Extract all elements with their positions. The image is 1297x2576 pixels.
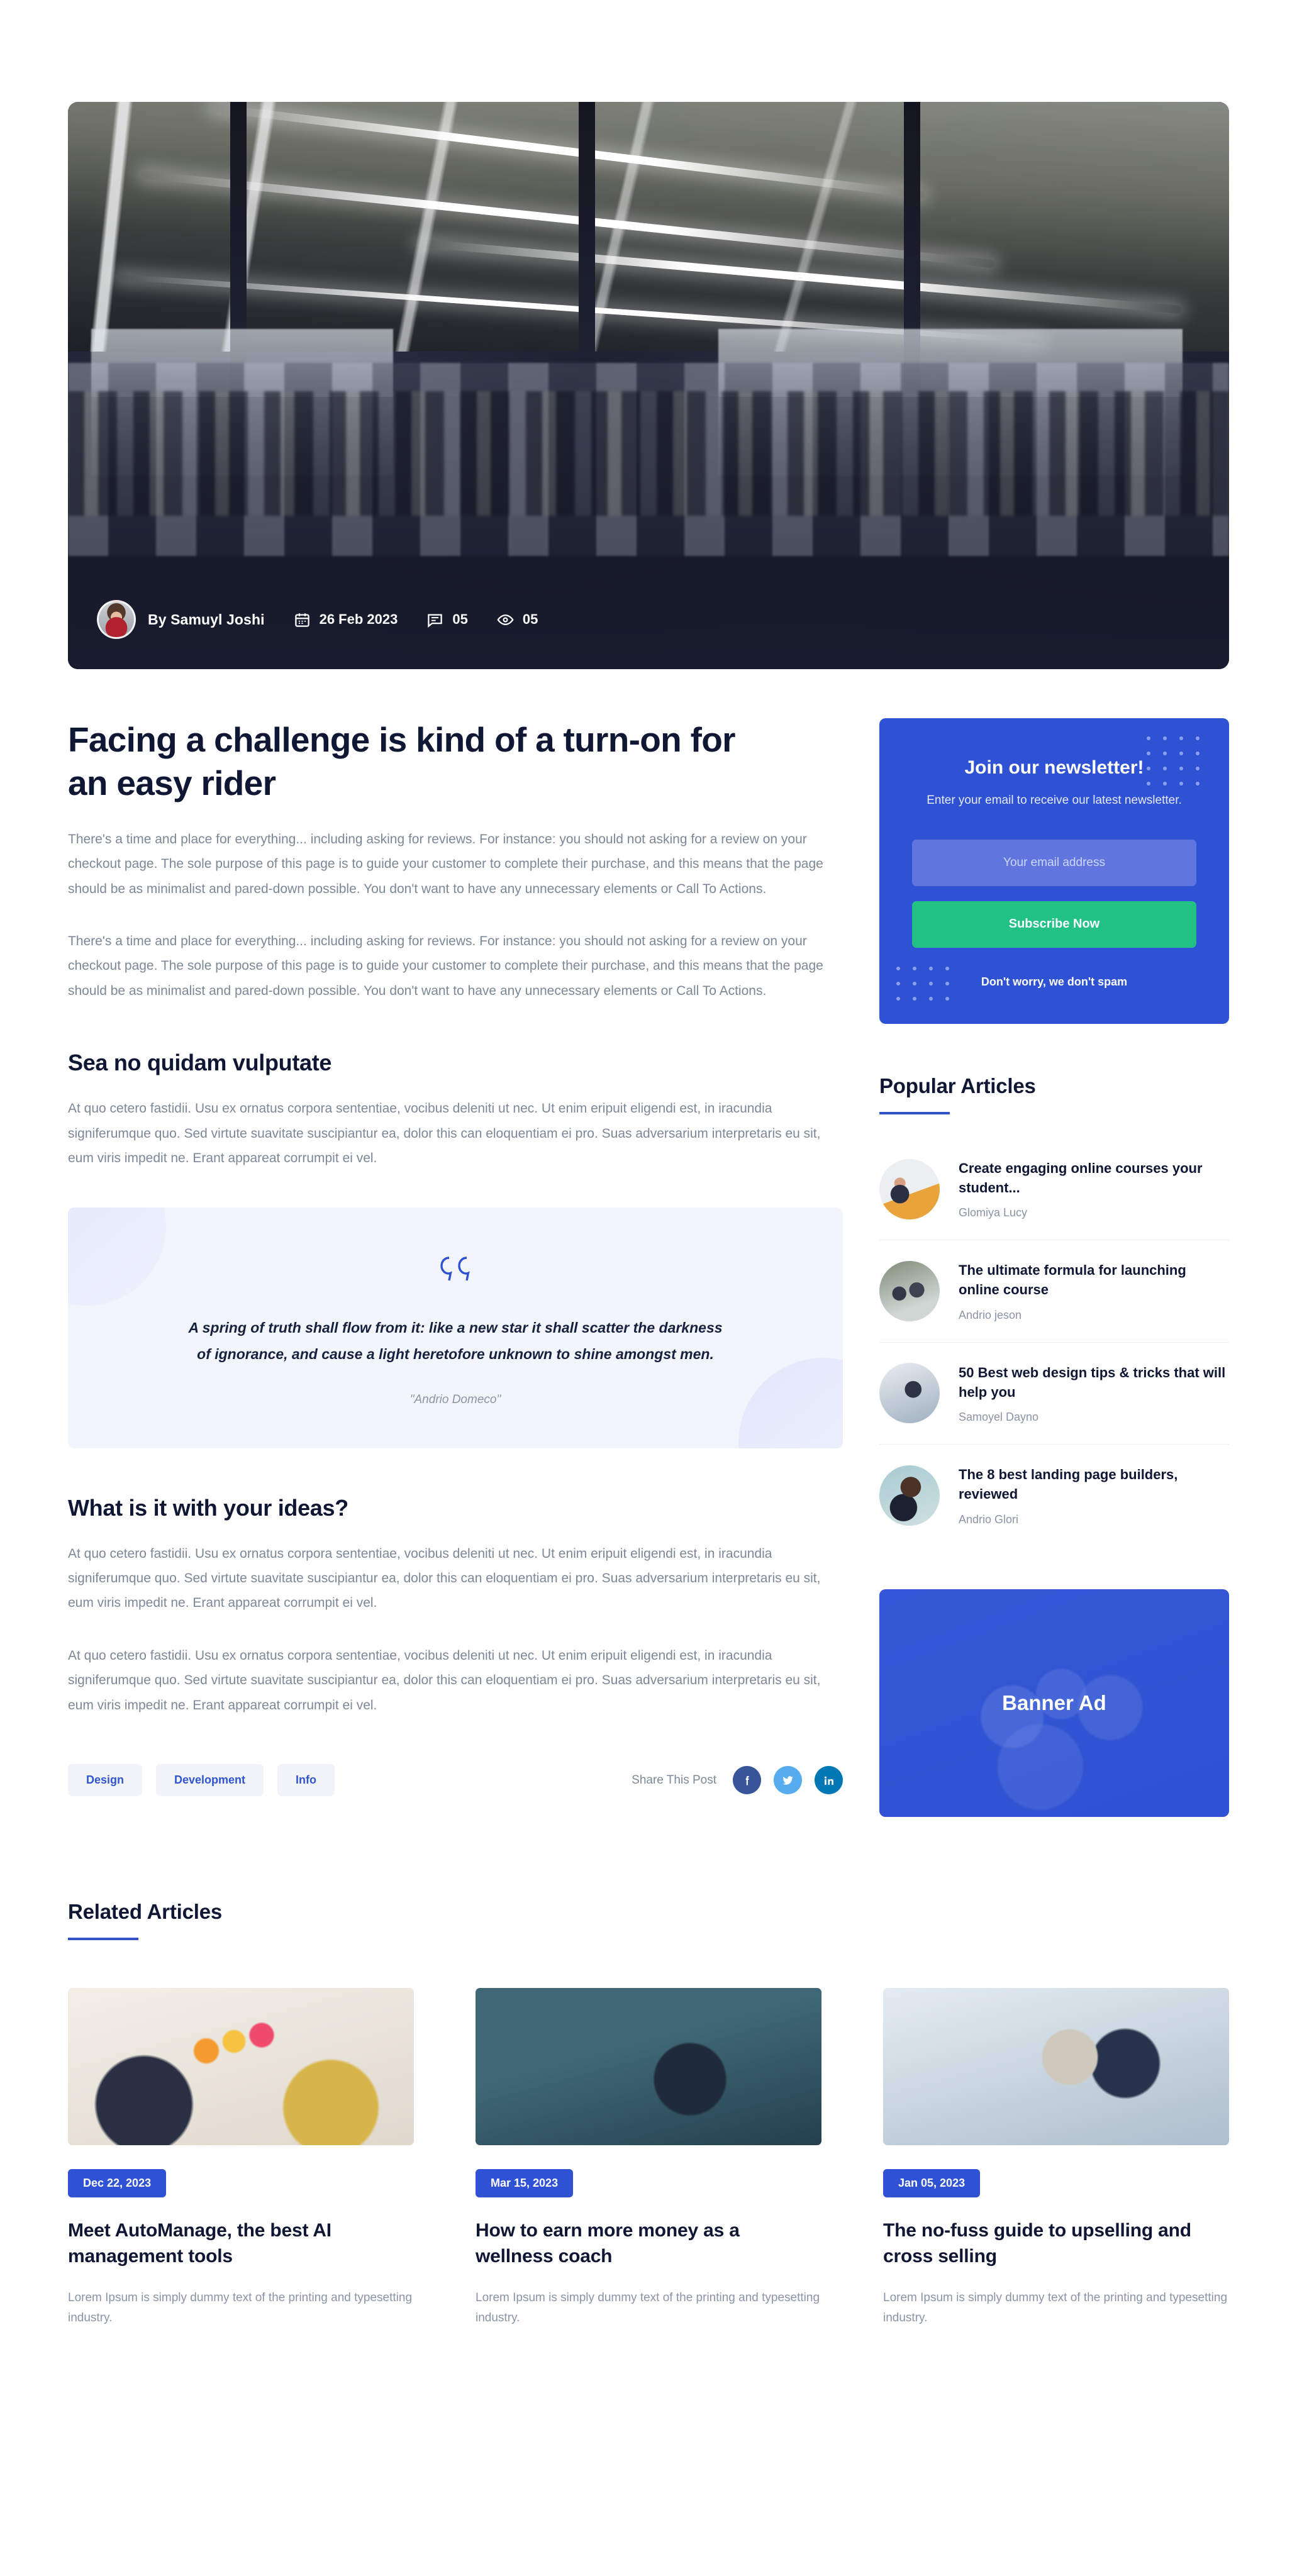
facebook-icon[interactable] <box>733 1766 761 1795</box>
article-column: Facing a challenge is kind of a turn-on … <box>68 718 843 1797</box>
related-articles-grid: Dec 22, 2023 Meet AutoManage, the best A… <box>68 1987 1229 2329</box>
decorative-circle <box>68 1207 166 1306</box>
article-thumbnail <box>879 1260 940 1321</box>
status-badge: Mar 15, 2023 <box>476 2168 574 2197</box>
comment-icon <box>428 614 443 628</box>
list-item[interactable]: 50 Best web design tips & tricks that wi… <box>879 1343 1229 1445</box>
subscribe-button[interactable]: Subscribe Now <box>912 901 1196 948</box>
sidebar: Join our newsletter! Enter your email to… <box>879 718 1229 1817</box>
quote-text: A spring of truth shall flow from it: li… <box>188 1319 723 1362</box>
quote-author: "Andrio Domeco" <box>409 1392 501 1406</box>
article-paragraph-2: At quo cetero fastidii. Usu ex ornatus c… <box>68 1546 821 1611</box>
author-label: Samuyl Joshi <box>170 611 265 628</box>
heading-underline <box>879 1111 950 1114</box>
tag-list: Design Development Info <box>68 1764 335 1797</box>
twitter-glyph <box>782 1776 793 1785</box>
related-card[interactable]: Dec 22, 2023 Meet AutoManage, the best A… <box>68 1987 414 2329</box>
tag-development[interactable]: Development <box>156 1764 264 1797</box>
related-articles-section: Related Articles Dec 22, 2023 Meet AutoM… <box>68 1900 1229 2329</box>
post-date: 26 Feb 2023 <box>294 611 398 628</box>
article-thumbnail <box>879 1158 940 1219</box>
comment-count: 05 <box>426 611 468 628</box>
related-card-image <box>476 1987 821 2145</box>
list-item-title: Create engaging online courses your stud… <box>959 1160 1203 1196</box>
view-count: 05 <box>497 611 538 628</box>
list-item-title: 50 Best web design tips & tricks that wi… <box>959 1364 1226 1400</box>
blockquote-card: A spring of truth shall flow from it: li… <box>68 1207 843 1448</box>
banner-ad[interactable]: Banner Ad <box>879 1589 1229 1817</box>
article-paragraph-1: At quo cetero fastidii. Usu ex ornatus c… <box>68 1101 821 1166</box>
list-item-author: Samoyel Dayno <box>959 1411 1039 1424</box>
related-card-title: How to earn more money as a wellness coa… <box>476 2219 740 2267</box>
list-item-author: Glomiya Lucy <box>959 1206 1028 1219</box>
share-group: Share This Post <box>632 1766 843 1795</box>
calendar-icon <box>294 613 309 627</box>
list-item[interactable]: Create engaging online courses your stud… <box>879 1138 1229 1241</box>
blog-post-page: By Samuyl Joshi 26 Feb 2023 05 05 Facing… <box>0 102 1297 2410</box>
section-heading-2: What is it with your ideas? <box>68 1494 348 1521</box>
related-card[interactable]: Jan 05, 2023 The no-fuss guide to upsell… <box>883 1987 1229 2329</box>
section-heading-1: Sea no quidam vulputate <box>68 1050 332 1076</box>
newsletter-widget: Join our newsletter! Enter your email to… <box>879 718 1229 1024</box>
content-layout: Facing a challenge is kind of a turn-on … <box>68 718 1229 1817</box>
author-name: By Samuyl Joshi <box>148 611 265 628</box>
related-card-image <box>68 1987 414 2145</box>
related-articles-heading: Related Articles <box>68 1899 223 1923</box>
related-card[interactable]: Mar 15, 2023 How to earn more money as a… <box>476 1987 821 2329</box>
related-card-description: Lorem Ipsum is simply dummy text of the … <box>883 2291 1228 2325</box>
heading-underline <box>68 1937 138 1940</box>
post-meta-bar: By Samuyl Joshi 26 Feb 2023 05 05 <box>97 600 538 639</box>
eye-icon <box>497 614 514 625</box>
list-item[interactable]: The 8 best landing page builders, review… <box>879 1445 1229 1546</box>
popular-articles-list: Create engaging online courses your stud… <box>879 1138 1229 1546</box>
decorative-circle <box>738 1357 843 1448</box>
related-card-image <box>883 1987 1229 2145</box>
view-count-label: 05 <box>522 611 538 627</box>
dot-pattern-icon <box>896 966 949 1001</box>
list-item-title: The 8 best landing page builders, review… <box>959 1467 1178 1502</box>
dot-pattern-icon <box>1147 736 1200 786</box>
list-item-title: The ultimate formula for launching onlin… <box>959 1262 1186 1298</box>
article-paragraph-3: At quo cetero fastidii. Usu ex ornatus c… <box>68 1648 821 1713</box>
page-bottom-spacer <box>68 2328 1229 2410</box>
linkedin-icon[interactable] <box>815 1766 843 1795</box>
status-badge: Dec 22, 2023 <box>68 2168 167 2197</box>
related-card-description: Lorem Ipsum is simply dummy text of the … <box>68 2291 413 2325</box>
tag-info[interactable]: Info <box>277 1764 335 1797</box>
list-item[interactable]: The ultimate formula for launching onlin… <box>879 1240 1229 1343</box>
quote-icon <box>440 1257 470 1281</box>
email-field[interactable] <box>912 839 1196 886</box>
comment-count-label: 05 <box>452 611 468 627</box>
share-label: Share This Post <box>632 1773 716 1787</box>
article-lead-1: There's a time and place for everything.… <box>68 831 823 896</box>
article-thumbnail <box>879 1363 940 1424</box>
status-badge: Jan 05, 2023 <box>883 2168 981 2197</box>
avatar <box>97 600 136 639</box>
newsletter-subtitle: Enter your email to receive our latest n… <box>927 794 1182 807</box>
tag-design[interactable]: Design <box>68 1764 143 1797</box>
page-title: Facing a challenge is kind of a turn-on … <box>68 720 736 803</box>
post-date-label: 26 Feb 2023 <box>319 611 398 627</box>
article-thumbnail <box>879 1465 940 1526</box>
popular-articles-heading: Popular Articles <box>879 1074 1036 1097</box>
list-item-author: Andrio Glori <box>959 1513 1019 1526</box>
related-card-title: Meet AutoManage, the best AI management … <box>68 2219 331 2267</box>
list-item-author: Andrio jeson <box>959 1308 1022 1321</box>
facebook-glyph <box>745 1775 749 1785</box>
seated-people <box>68 391 1229 516</box>
related-card-title: The no-fuss guide to upselling and cross… <box>883 2219 1191 2267</box>
twitter-icon[interactable] <box>774 1766 802 1795</box>
quote-mark <box>181 1254 730 1287</box>
hero-banner: By Samuyl Joshi 26 Feb 2023 05 05 <box>68 102 1229 669</box>
banner-ad-label: Banner Ad <box>1002 1690 1106 1714</box>
linkedin-glyph <box>824 1776 833 1785</box>
article-footer: Design Development Info Share This Post <box>68 1764 843 1797</box>
author-prefix: By <box>148 611 167 628</box>
article-lead-2: There's a time and place for everything.… <box>68 934 823 998</box>
related-card-description: Lorem Ipsum is simply dummy text of the … <box>476 2291 820 2325</box>
post-author[interactable]: By Samuyl Joshi <box>97 600 265 639</box>
